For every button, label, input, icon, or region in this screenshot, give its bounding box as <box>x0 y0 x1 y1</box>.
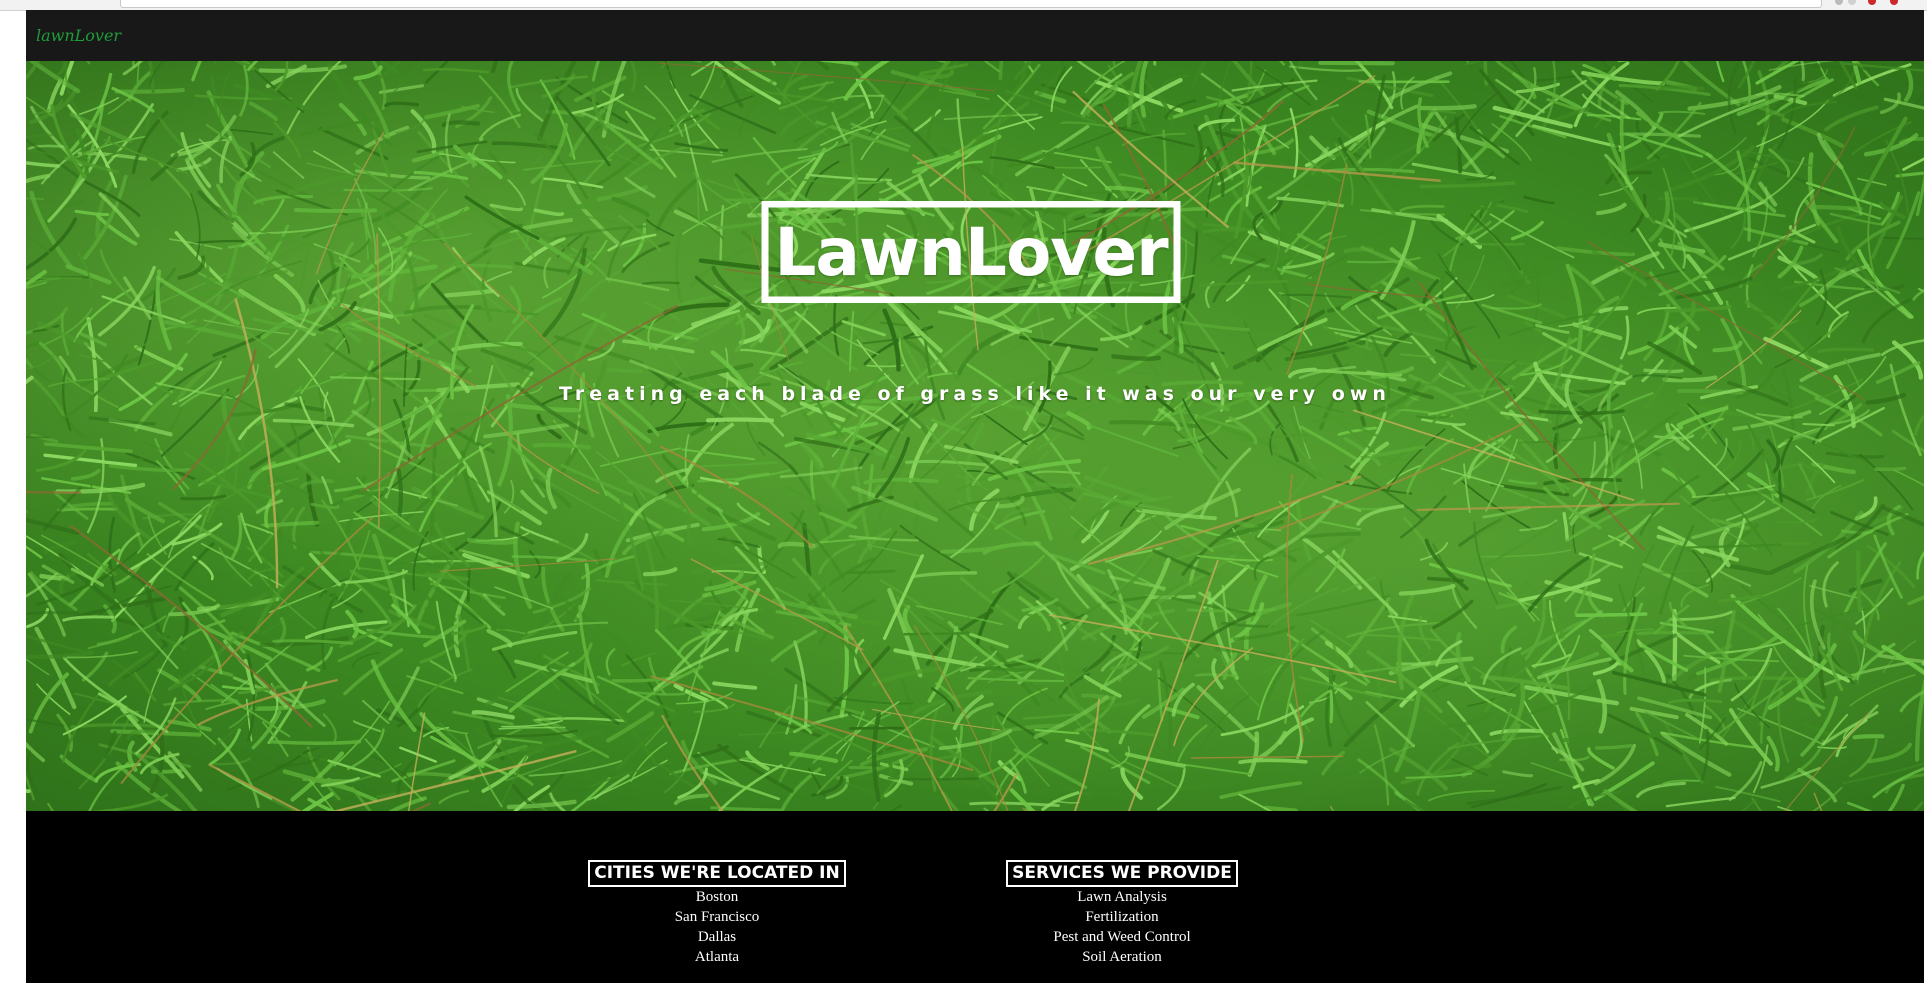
service-item: Pest and Weed Control <box>1053 929 1191 945</box>
nav-logo-link[interactable]: lawnLover <box>36 26 121 45</box>
city-item: Dallas <box>697 929 737 945</box>
page: lawnLover LawnLover Treating each blade … <box>26 10 1924 983</box>
extension-icon[interactable] <box>1890 0 1898 5</box>
extension-icon[interactable] <box>1848 0 1856 5</box>
navbar: lawnLover <box>26 10 1924 61</box>
service-item: Lawn Analysis <box>1077 889 1167 905</box>
cities-column: CITIES WE'RE LOCATED IN Boston San Franc… <box>587 860 847 967</box>
grass-photo-icon <box>26 61 1924 811</box>
address-bar[interactable] <box>120 0 1822 8</box>
extension-icon[interactable] <box>1835 0 1843 5</box>
services-column: SERVICES WE PROVIDE Lawn Analysis Fertil… <box>1002 860 1242 967</box>
cities-heading: CITIES WE'RE LOCATED IN <box>588 860 846 887</box>
services-heading: SERVICES WE PROVIDE <box>1006 860 1238 887</box>
cities-list: Boston San Francisco Dallas Atlanta <box>587 887 847 967</box>
hero-tagline: Treating each blade of grass like it was… <box>559 383 1391 405</box>
extension-icon[interactable] <box>1868 0 1876 5</box>
city-item: San Francisco <box>674 909 760 925</box>
service-item: Soil Aeration <box>1082 949 1162 965</box>
service-item: Fertilization <box>1085 909 1159 925</box>
services-list: Lawn Analysis Fertilization Pest and Wee… <box>1002 887 1242 967</box>
hero-section: LawnLover Treating each blade of grass l… <box>26 61 1924 811</box>
hero-title-box: LawnLover <box>761 201 1181 303</box>
footer: CITIES WE'RE LOCATED IN Boston San Franc… <box>26 811 1924 983</box>
city-item: Boston <box>695 889 739 905</box>
hero-title: LawnLover <box>774 214 1168 291</box>
city-item: Atlanta <box>694 949 740 965</box>
